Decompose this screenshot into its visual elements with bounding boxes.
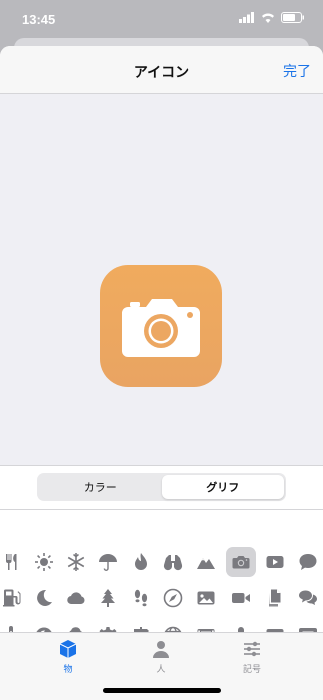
cloud-icon bbox=[67, 592, 85, 605]
mountain-icon bbox=[197, 558, 215, 569]
glyph-option-mountain[interactable] bbox=[191, 547, 221, 577]
glyph-option-tree[interactable] bbox=[93, 583, 123, 613]
glyph-option-speech-bubble[interactable] bbox=[293, 547, 323, 577]
status-indicators bbox=[239, 12, 305, 23]
glyph-option-compass[interactable] bbox=[158, 583, 188, 613]
glyph-option-fork-knife[interactable] bbox=[0, 547, 26, 577]
done-button[interactable]: 完了 bbox=[283, 61, 311, 81]
glyph-option-sun[interactable] bbox=[29, 547, 59, 577]
tab-objects[interactable]: 物 bbox=[38, 639, 98, 675]
documents-icon bbox=[269, 589, 281, 607]
icon-preview-area bbox=[0, 94, 323, 512]
glyph-option-umbrella[interactable] bbox=[93, 547, 123, 577]
segmented-control: カラー グリフ bbox=[37, 473, 286, 501]
footprints-icon bbox=[134, 589, 148, 607]
play-icon bbox=[266, 556, 284, 568]
glyph-picker bbox=[0, 509, 323, 646]
cube-icon bbox=[59, 640, 77, 658]
glyph-option-play[interactable] bbox=[260, 547, 290, 577]
snowflake-icon bbox=[67, 553, 85, 571]
glyph-option-photo[interactable] bbox=[191, 583, 221, 613]
tab-people[interactable]: 人 bbox=[131, 639, 191, 675]
glyph-option-gas-pump[interactable] bbox=[0, 583, 26, 613]
sliders-icon bbox=[244, 641, 260, 657]
camera-icon bbox=[122, 299, 200, 357]
glyph-option-camera[interactable] bbox=[226, 547, 256, 577]
glyph-option-documents[interactable] bbox=[260, 583, 290, 613]
glyph-option-binoculars[interactable] bbox=[158, 547, 188, 577]
segment-area: カラー グリフ bbox=[0, 465, 323, 509]
video-icon bbox=[232, 593, 250, 603]
wifi-icon bbox=[262, 13, 274, 23]
tab-symbols-label: 記号 bbox=[242, 664, 261, 674]
fork-knife-icon bbox=[6, 554, 17, 570]
icon-sheet: アイコン 完了 カラー グリフ 物 人 記号 bbox=[0, 46, 323, 700]
tab-symbols[interactable]: 記号 bbox=[222, 639, 282, 675]
tab-people-label: 人 bbox=[156, 664, 166, 674]
signal-icon bbox=[239, 12, 254, 23]
glyph-option-flame[interactable] bbox=[126, 547, 156, 577]
glyph-option-moon[interactable] bbox=[29, 583, 59, 613]
nav-bar: アイコン 完了 bbox=[0, 46, 323, 94]
chat-bubbles-icon bbox=[299, 590, 317, 605]
camera-icon bbox=[232, 556, 250, 569]
glyph-option-cloud[interactable] bbox=[61, 583, 91, 613]
speech-bubble-icon bbox=[299, 554, 317, 570]
glyph-option-footprints[interactable] bbox=[126, 583, 156, 613]
icon-preview-tile bbox=[100, 265, 222, 387]
binoculars-icon bbox=[163, 555, 183, 571]
flame-icon bbox=[135, 553, 147, 570]
moon-icon bbox=[37, 589, 52, 606]
glyph-grid bbox=[0, 510, 323, 646]
glyph-option-snowflake[interactable] bbox=[61, 547, 91, 577]
tab-objects-label: 物 bbox=[63, 664, 73, 674]
segment-color[interactable]: カラー bbox=[39, 475, 162, 499]
home-indicator bbox=[103, 688, 221, 693]
sun-icon bbox=[35, 553, 53, 571]
compass-icon bbox=[163, 588, 183, 608]
segment-glyph[interactable]: グリフ bbox=[161, 475, 284, 499]
page-title: アイコン bbox=[133, 64, 190, 80]
person-icon bbox=[153, 641, 169, 658]
glyph-option-video[interactable] bbox=[226, 583, 256, 613]
status-time: 13:45 bbox=[22, 12, 56, 27]
gas-pump-icon bbox=[3, 589, 21, 607]
umbrella-icon bbox=[99, 554, 117, 571]
glyph-option-chat-bubbles[interactable] bbox=[293, 583, 323, 613]
tree-icon bbox=[101, 589, 115, 607]
status-bar: 13:45 bbox=[0, 0, 323, 40]
battery-icon bbox=[281, 12, 304, 23]
photo-icon bbox=[197, 591, 215, 605]
